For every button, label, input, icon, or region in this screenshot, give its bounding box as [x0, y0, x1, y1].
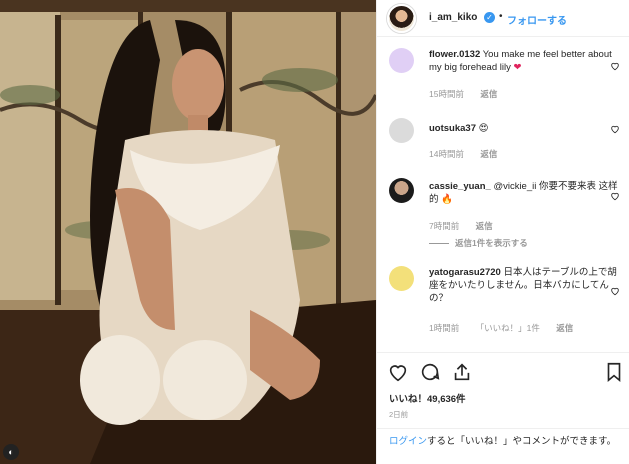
comment-username[interactable]: cassie_yuan_: [429, 181, 491, 192]
comment-likes[interactable]: 「いいね！」1件: [476, 323, 540, 333]
login-prompt-text: すると「いいね！」やコメントができます。: [427, 436, 617, 447]
view-replies-button[interactable]: 返信1件を表示する: [429, 237, 528, 249]
heart-icon[interactable]: [387, 361, 409, 383]
view-replies-label: 返信1件を表示する: [455, 238, 528, 248]
reply-button[interactable]: 返信: [476, 221, 493, 231]
post-photo: ◐: [0, 0, 376, 464]
comment-meta: 1時間前 「いいね！」1件 返信: [429, 322, 587, 334]
header-separator: •: [499, 11, 503, 22]
comment-meta: 15時間前 返信: [429, 88, 511, 100]
comment-time[interactable]: 14時間前: [429, 149, 464, 159]
comment-time[interactable]: 1時間前: [429, 323, 459, 333]
reply-button[interactable]: 返信: [480, 149, 497, 159]
author-username[interactable]: i_am_kiko: [429, 12, 477, 23]
post-sidebar: i_am_kiko ✓ • フォローする flower.0132 You mak…: [376, 0, 629, 464]
reply-button[interactable]: 返信: [480, 89, 497, 99]
comment-meta: 7時間前 返信: [429, 220, 507, 232]
comment-icon[interactable]: [419, 361, 441, 383]
photo-watermark-logo: ◐: [3, 444, 19, 460]
likes-count[interactable]: いいね！49,636件: [389, 391, 466, 405]
bookmark-icon[interactable]: [603, 361, 625, 383]
commenter-avatar[interactable]: [389, 266, 414, 291]
replies-divider-line: [429, 243, 449, 245]
reply-button[interactable]: 返信: [556, 323, 573, 333]
comment-meta: 14時間前 返信: [429, 148, 511, 160]
commenter-avatar[interactable]: [389, 118, 414, 143]
follow-button[interactable]: フォローする: [507, 12, 567, 27]
heart-emoji: ❤: [513, 62, 522, 73]
comment-text: yatogarasu2720 日本人はテーブルの上で胡座をかいたりしません。日本…: [429, 266, 619, 305]
comment-username[interactable]: flower.0132: [429, 49, 480, 60]
comment-text: uotsuka37 😍: [429, 122, 619, 135]
comment-emoji: 🔥: [441, 194, 453, 205]
comment-text: flower.0132 You make me feel better abou…: [429, 48, 619, 74]
post-date: 2日前: [389, 410, 409, 419]
commenter-avatar[interactable]: [389, 48, 414, 73]
comment-username[interactable]: uotsuka37: [429, 123, 476, 134]
post-header: i_am_kiko ✓ • フォローする: [377, 0, 629, 37]
comment-emoji: 😍: [478, 123, 489, 134]
like-comment-heart-icon[interactable]: [610, 191, 620, 201]
comment-time[interactable]: 15時間前: [429, 89, 464, 99]
comment-username[interactable]: yatogarasu2720: [429, 267, 501, 278]
login-link[interactable]: ログイン: [389, 436, 427, 447]
share-icon[interactable]: [451, 361, 473, 383]
photo-illustration: [0, 0, 376, 464]
like-comment-heart-icon[interactable]: [610, 124, 620, 134]
comment-time[interactable]: 7時間前: [429, 221, 459, 231]
like-comment-heart-icon[interactable]: [610, 286, 620, 296]
post-actions: いいね！49,636件 2日前: [377, 352, 629, 434]
commenter-avatar[interactable]: [389, 178, 414, 203]
comment-text: cassie_yuan_ @vickie_ii 你要不要来表 这样的 🔥: [429, 180, 619, 206]
like-comment-heart-icon[interactable]: [610, 61, 620, 71]
verified-icon: ✓: [484, 12, 495, 23]
login-prompt: ログインすると「いいね！」やコメントができます。: [377, 428, 629, 464]
author-avatar[interactable]: [387, 4, 416, 33]
